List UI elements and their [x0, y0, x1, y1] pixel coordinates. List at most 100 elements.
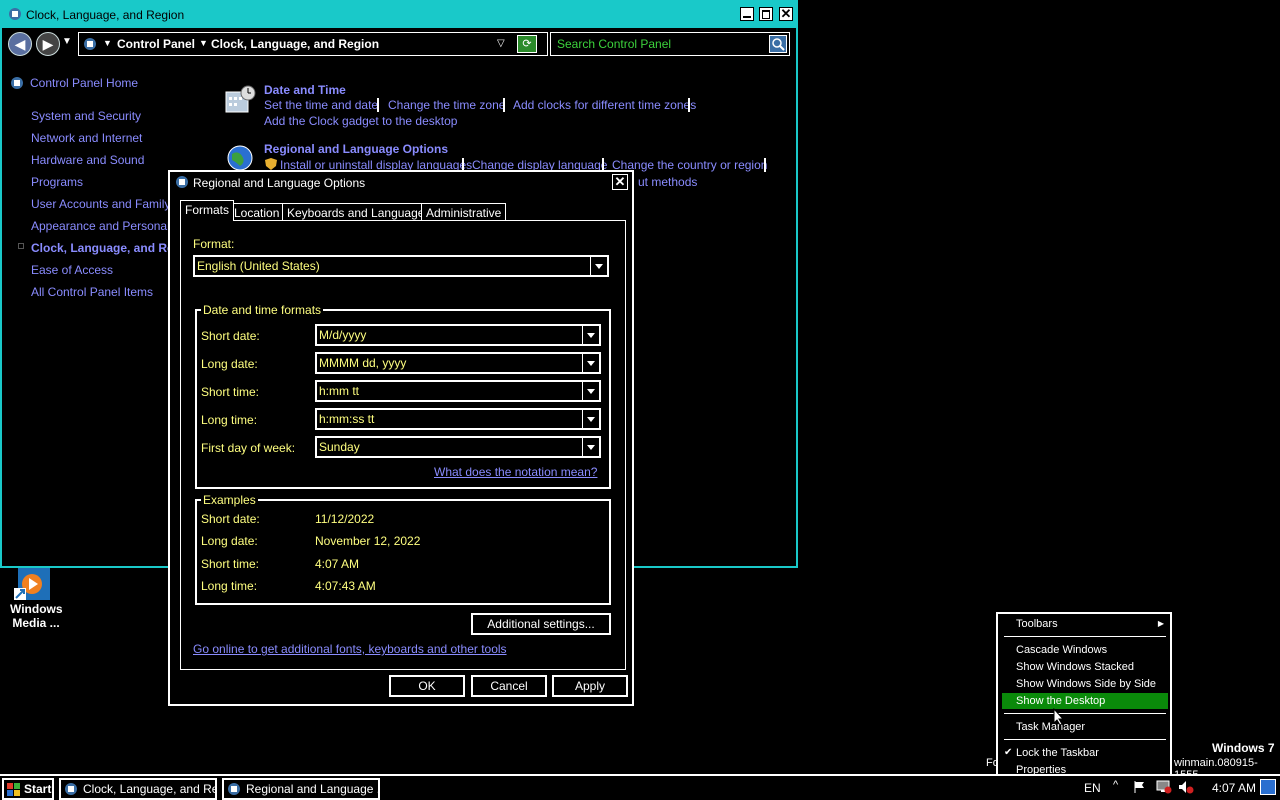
chevron-down-icon: [582, 382, 599, 400]
cancel-button[interactable]: Cancel: [471, 675, 547, 697]
sidebar-item-clock-language[interactable]: Clock, Language, and Re: [31, 241, 174, 255]
sidebar-item-appearance[interactable]: Appearance and Personaliz: [31, 219, 178, 233]
menu-item-toolbars[interactable]: Toolbars ▶: [1002, 616, 1168, 632]
notation-help-link[interactable]: What does the notation mean?: [434, 465, 597, 479]
tab-keyboards[interactable]: Keyboards and Languages: [282, 203, 436, 221]
set-time-date-link[interactable]: Set the time and date: [264, 98, 378, 112]
watermark-title: Windows 7: [1212, 741, 1275, 755]
additional-settings-button[interactable]: Additional settings...: [471, 613, 611, 635]
menu-item-lock-taskbar[interactable]: ✔ Lock the Taskbar: [1002, 745, 1168, 761]
regional-options-heading[interactable]: Regional and Language Options: [264, 142, 448, 156]
date-time-formats-label: Date and time formats: [201, 303, 324, 317]
long-date-select[interactable]: MMMM dd, yyyy: [315, 352, 601, 374]
online-fonts-link[interactable]: Go online to get additional fonts, keybo…: [193, 642, 507, 656]
format-label: Format:: [193, 237, 235, 251]
breadcrumb-current[interactable]: Clock, Language, and Region: [211, 37, 379, 51]
menu-separator: [1004, 636, 1166, 637]
desktop-icon-label-line1: Windows: [10, 602, 63, 616]
short-time-select[interactable]: h:mm tt: [315, 380, 601, 402]
menu-item-stacked[interactable]: Show Windows Stacked: [1002, 659, 1168, 675]
search-icon[interactable]: [769, 35, 787, 53]
breadcrumb-control-panel[interactable]: Control Panel: [117, 37, 195, 51]
format-select[interactable]: English (United States): [193, 255, 609, 277]
breadcrumb-chevron-icon[interactable]: ▼: [199, 38, 208, 48]
tab-location[interactable]: Location: [229, 203, 285, 221]
language-indicator[interactable]: EN: [1084, 781, 1101, 795]
long-time-select[interactable]: h:mm:ss tt: [315, 408, 601, 430]
tab-formats[interactable]: Formats: [180, 200, 235, 221]
sidebar-item-hardware[interactable]: Hardware and Sound: [31, 153, 144, 167]
example-long-date-label: Long date:: [201, 534, 258, 548]
control-panel-home-icon: [10, 76, 24, 90]
close-button[interactable]: ✕: [779, 7, 793, 21]
control-panel-icon: [8, 7, 22, 21]
format-value: English (United States): [197, 259, 320, 273]
example-short-time-label: Short time:: [201, 557, 260, 571]
dialog-close-button[interactable]: ✕: [612, 174, 628, 190]
globe-icon: [224, 142, 256, 172]
taskbar: Start Clock, Language, and Re... Regiona…: [0, 774, 1280, 800]
start-button[interactable]: Start: [2, 778, 54, 800]
breadcrumb-chevron-icon[interactable]: ▼: [103, 38, 112, 48]
first-day-select[interactable]: Sunday: [315, 436, 601, 458]
tab-administrative[interactable]: Administrative: [421, 203, 507, 221]
current-item-marker-icon: [18, 243, 24, 249]
search-input[interactable]: Search Control Panel: [550, 32, 790, 56]
shield-icon: [265, 158, 277, 170]
ok-button[interactable]: OK: [389, 675, 465, 697]
apply-button[interactable]: Apply: [552, 675, 628, 697]
show-hidden-icons-icon[interactable]: ^: [1113, 779, 1118, 791]
taskbar-button-control-panel[interactable]: Clock, Language, and Re...: [59, 778, 217, 800]
long-date-value: MMMM dd, yyyy: [319, 356, 407, 370]
show-desktop-button[interactable]: [1260, 779, 1276, 795]
control-panel-icon: [64, 782, 78, 796]
address-dropdown-icon[interactable]: ▽: [497, 38, 505, 49]
example-short-date-value: 11/12/2022: [315, 512, 375, 526]
start-label: Start: [24, 782, 52, 796]
title-bar[interactable]: Clock, Language, and Region ✕: [2, 2, 796, 28]
control-panel-icon: [227, 782, 241, 796]
first-day-value: Sunday: [319, 440, 360, 454]
chevron-down-icon: [582, 326, 599, 344]
sidebar-item-network[interactable]: Network and Internet: [31, 131, 142, 145]
change-country-link[interactable]: Change the country or region: [612, 158, 767, 172]
submenu-arrow-icon: ▶: [1157, 619, 1164, 628]
chevron-down-icon: [582, 438, 599, 456]
date-and-time-heading[interactable]: Date and Time: [264, 83, 346, 97]
sidebar-item-ease-of-access[interactable]: Ease of Access: [31, 263, 113, 277]
control-panel-icon: [83, 37, 97, 54]
sidebar-item-user-accounts[interactable]: User Accounts and Family Sa: [31, 197, 188, 211]
refresh-icon[interactable]: ⟳: [517, 35, 537, 53]
windows-logo-icon: [7, 783, 20, 796]
menu-item-side-by-side[interactable]: Show Windows Side by Side: [1002, 676, 1168, 692]
desktop-icon-label: Windows Media ...: [10, 602, 63, 630]
short-date-select[interactable]: M/d/yyyy: [315, 324, 601, 346]
forward-arrow-icon[interactable]: ▶: [36, 32, 60, 56]
action-center-flag-icon[interactable]: [1132, 780, 1146, 794]
taskbar-button-regional[interactable]: Regional and Language ...: [222, 778, 380, 800]
maximize-button[interactable]: [759, 7, 773, 21]
network-status-icon[interactable]: [1156, 780, 1172, 794]
taskbar-clock[interactable]: 4:07 AM: [1212, 781, 1256, 795]
back-arrow-icon[interactable]: ◀: [8, 32, 32, 56]
address-bar[interactable]: ▼ Control Panel ▼ Clock, Language, and R…: [78, 32, 548, 56]
change-time-zone-link[interactable]: Change the time zone: [388, 98, 505, 112]
sidebar-item-system-security[interactable]: System and Security: [31, 109, 141, 123]
short-time-label: Short time:: [201, 385, 260, 399]
menu-item-task-manager[interactable]: Task Manager: [1002, 719, 1168, 735]
windows-media-icon[interactable]: [12, 568, 56, 602]
minimize-button[interactable]: [740, 7, 754, 21]
menu-item-cascade[interactable]: Cascade Windows: [1002, 642, 1168, 658]
menu-item-label: Lock the Taskbar: [1016, 747, 1099, 759]
window-title: Clock, Language, and Region: [26, 8, 185, 22]
recent-pages-chevron-icon[interactable]: ▼: [62, 36, 72, 47]
dialog-title-bar[interactable]: Regional and Language Options ✕: [170, 172, 632, 194]
menu-item-show-desktop[interactable]: Show the Desktop: [1002, 693, 1168, 709]
add-clock-gadget-link[interactable]: Add the Clock gadget to the desktop: [264, 114, 457, 128]
volume-muted-icon[interactable]: [1178, 780, 1194, 794]
sidebar-item-programs[interactable]: Programs: [31, 175, 83, 189]
sidebar-item-all-items[interactable]: All Control Panel Items: [31, 285, 153, 299]
input-methods-link[interactable]: ut methods: [638, 175, 697, 189]
add-clocks-link[interactable]: Add clocks for different time zones: [513, 98, 696, 112]
sidebar-control-panel-home[interactable]: Control Panel Home: [30, 76, 138, 90]
